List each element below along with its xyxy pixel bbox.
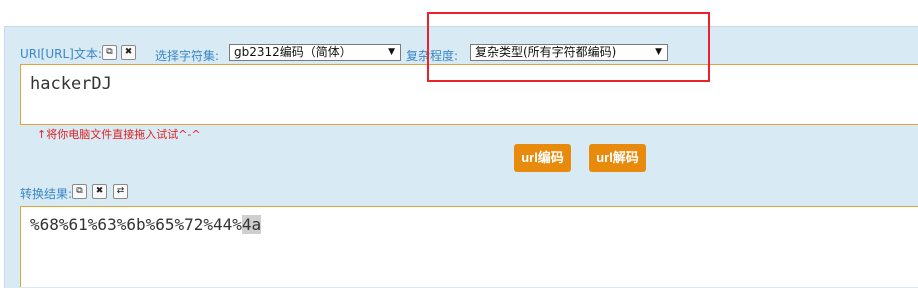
result-text-selected: 4a [241, 215, 262, 234]
chevron-down-icon: ▼ [388, 47, 395, 57]
close-icon[interactable]: ✖ [121, 45, 136, 60]
charset-selected: gb2312编码（简体） [234, 45, 352, 59]
copy-icon[interactable]: ⧉ [72, 184, 87, 199]
charset-select[interactable]: gb2312编码（简体） ▼ [229, 44, 401, 61]
url-encode-button[interactable]: url编码 [514, 144, 571, 172]
url-decode-button[interactable]: url解码 [589, 144, 646, 172]
input-text: hackerDJ [30, 74, 112, 94]
result-text-main: %68%61%63%6b%65%72%44% [30, 215, 242, 234]
swap-icon[interactable]: ⇄ [113, 184, 128, 199]
result-label: 转换结果: [20, 187, 73, 201]
charset-label: 选择字符集: [155, 49, 220, 63]
result-textarea[interactable]: %68%61%63%6b%65%72%44%4a [20, 206, 918, 287]
drag-hint: ↑将你电脑文件直接拖入试试^-^ [37, 128, 201, 141]
close-icon[interactable]: ✖ [92, 184, 107, 199]
copy-icon[interactable]: ⧉ [102, 45, 117, 60]
result-text: %68%61%63%6b%65%72%44%4a [30, 215, 262, 234]
input-label: URI[URL]文本: [20, 47, 102, 61]
highlight-annotation-box [427, 12, 710, 82]
page: { "input_section": { "label": "URI[URL]文… [0, 0, 918, 288]
